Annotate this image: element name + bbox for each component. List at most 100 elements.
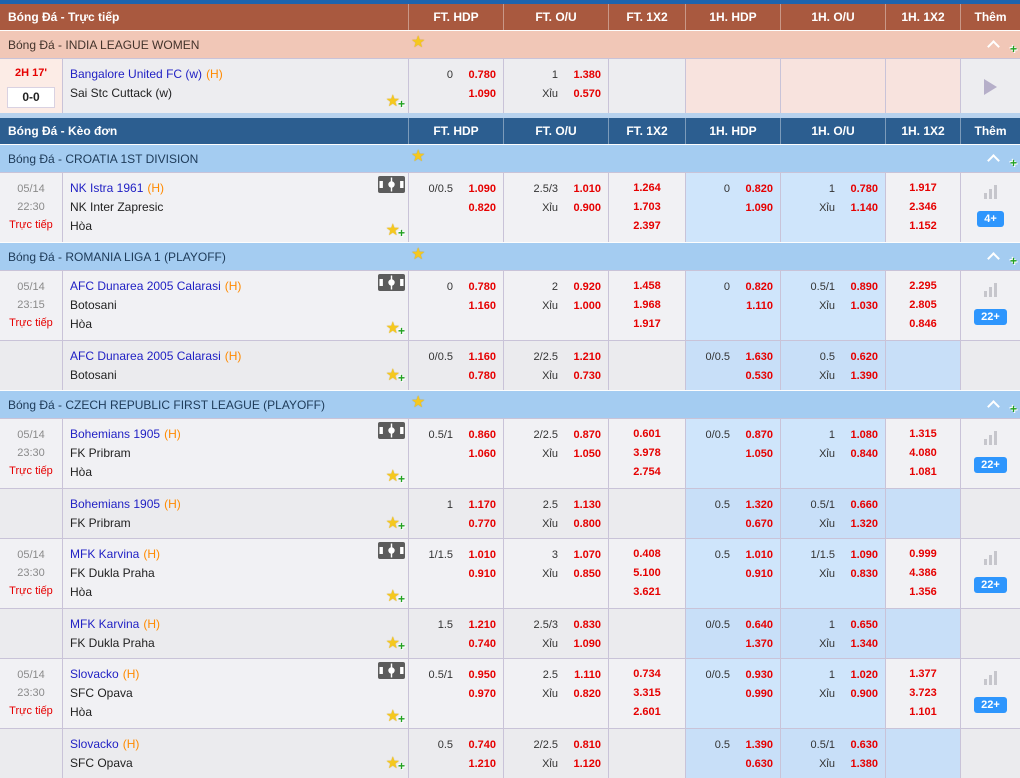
favorite-star-icon[interactable]: ★+ bbox=[411, 35, 1012, 55]
odd-value[interactable]: 0.930 bbox=[737, 669, 773, 681]
odd-value[interactable]: 1.110 bbox=[565, 669, 601, 681]
favorite-star-icon[interactable]: ★+ bbox=[386, 94, 400, 110]
odd-value[interactable]: 1.010 bbox=[737, 549, 773, 561]
odd-value[interactable]: 1.210 bbox=[460, 619, 496, 631]
odd-value[interactable]: 0.810 bbox=[565, 739, 601, 751]
odd-value[interactable]: 0.860 bbox=[460, 429, 496, 441]
stats-bars-icon[interactable] bbox=[983, 551, 998, 565]
odd-value[interactable]: 2.346 bbox=[886, 198, 960, 217]
odd-value[interactable]: 1.210 bbox=[460, 758, 496, 770]
odd-value[interactable]: 5.100 bbox=[609, 564, 685, 583]
more-markets-badge[interactable]: 22+ bbox=[974, 697, 1007, 713]
odd-value[interactable]: 1.090 bbox=[565, 638, 601, 650]
odd-value[interactable]: 1.390 bbox=[737, 739, 773, 751]
odd-value[interactable]: 3.315 bbox=[609, 684, 685, 703]
odd-value[interactable]: 0.830 bbox=[842, 568, 878, 580]
odd-value[interactable]: 1.356 bbox=[886, 583, 960, 602]
odd-value[interactable]: 1.090 bbox=[460, 183, 496, 195]
pitch-icon[interactable] bbox=[378, 662, 405, 679]
stats-bars-icon[interactable] bbox=[983, 671, 998, 685]
odd-value[interactable]: 1.050 bbox=[565, 448, 601, 460]
odd-value[interactable]: 1.090 bbox=[842, 549, 878, 561]
favorite-star-icon[interactable]: ★+ bbox=[386, 709, 400, 725]
odd-value[interactable]: 1.380 bbox=[565, 69, 601, 81]
odd-value[interactable]: 1.380 bbox=[842, 758, 878, 770]
favorite-star-icon[interactable]: ★+ bbox=[386, 223, 400, 239]
odd-value[interactable]: 0.630 bbox=[737, 758, 773, 770]
odd-value[interactable]: 0.999 bbox=[886, 545, 960, 564]
favorite-star-icon[interactable]: ★+ bbox=[386, 368, 400, 384]
favorite-star-icon[interactable]: ★+ bbox=[386, 516, 400, 532]
odd-value[interactable]: 1.152 bbox=[886, 217, 960, 236]
odd-value[interactable]: 1.050 bbox=[737, 448, 773, 460]
odd-value[interactable]: 1.000 bbox=[565, 300, 601, 312]
expand-match-icon[interactable] bbox=[984, 79, 997, 95]
league-section-czech[interactable]: Bóng Đá - CZECH REPUBLIC FIRST LEAGUE (P… bbox=[0, 390, 1020, 418]
odd-value[interactable]: 0.820 bbox=[565, 688, 601, 700]
odd-value[interactable]: 1.081 bbox=[886, 463, 960, 482]
odd-value[interactable]: 0.910 bbox=[737, 568, 773, 580]
odd-value[interactable]: 1.030 bbox=[842, 300, 878, 312]
odd-value[interactable]: 0.900 bbox=[842, 688, 878, 700]
odd-value[interactable]: 4.080 bbox=[886, 444, 960, 463]
home-team-link[interactable]: NK Istra 1961 bbox=[70, 181, 143, 195]
pitch-icon[interactable] bbox=[378, 422, 405, 439]
odd-value[interactable]: 1.340 bbox=[842, 638, 878, 650]
odd-value[interactable]: 1.160 bbox=[460, 351, 496, 363]
odd-value[interactable]: 0.890 bbox=[842, 281, 878, 293]
odd-value[interactable]: 1.315 bbox=[886, 425, 960, 444]
league-section-romania[interactable]: Bóng Đá - ROMANIA LIGA 1 (PLAYOFF) ★+ bbox=[0, 242, 1020, 270]
favorite-star-icon[interactable]: ★+ bbox=[386, 321, 400, 337]
odd-value[interactable]: 0.780 bbox=[460, 281, 496, 293]
odd-value[interactable]: 1.110 bbox=[737, 300, 773, 312]
odd-value[interactable]: 0.734 bbox=[609, 665, 685, 684]
more-markets-badge[interactable]: 22+ bbox=[974, 577, 1007, 593]
home-team-link[interactable]: AFC Dunarea 2005 Calarasi bbox=[70, 279, 221, 293]
odd-value[interactable]: 0.640 bbox=[737, 619, 773, 631]
odd-value[interactable]: 3.978 bbox=[609, 444, 685, 463]
odd-value[interactable]: 1.060 bbox=[460, 448, 496, 460]
more-markets-badge[interactable]: 22+ bbox=[974, 309, 1007, 325]
odd-value[interactable]: 0.780 bbox=[460, 69, 496, 81]
odd-value[interactable]: 0.970 bbox=[460, 688, 496, 700]
odd-value[interactable]: 0.408 bbox=[609, 545, 685, 564]
odd-value[interactable]: 0.730 bbox=[565, 370, 601, 382]
odd-value[interactable]: 3.621 bbox=[609, 583, 685, 602]
more-markets-badge[interactable]: 22+ bbox=[974, 457, 1007, 473]
odd-value[interactable]: 1.080 bbox=[842, 429, 878, 441]
odd-value[interactable]: 1.010 bbox=[460, 549, 496, 561]
odd-value[interactable]: 1.140 bbox=[842, 202, 878, 214]
home-team-link[interactable]: Slovacko bbox=[70, 667, 119, 681]
odd-value[interactable]: 1.630 bbox=[737, 351, 773, 363]
pitch-icon[interactable] bbox=[378, 542, 405, 559]
odd-value[interactable]: 0.780 bbox=[842, 183, 878, 195]
odd-value[interactable]: 1.020 bbox=[842, 669, 878, 681]
odd-value[interactable]: 1.390 bbox=[842, 370, 878, 382]
odd-value[interactable]: 1.090 bbox=[460, 88, 496, 100]
odd-value[interactable]: 3.723 bbox=[886, 684, 960, 703]
odd-value[interactable]: 2.295 bbox=[886, 277, 960, 296]
odd-value[interactable]: 0.570 bbox=[565, 88, 601, 100]
more-markets-badge[interactable]: 4+ bbox=[977, 211, 1004, 227]
odd-value[interactable]: 0.830 bbox=[565, 619, 601, 631]
odd-value[interactable]: 2.754 bbox=[609, 463, 685, 482]
home-team-link[interactable]: AFC Dunarea 2005 Calarasi bbox=[70, 349, 221, 363]
odd-value[interactable]: 2.397 bbox=[609, 217, 685, 236]
stats-bars-icon[interactable] bbox=[983, 185, 998, 199]
stats-bars-icon[interactable] bbox=[983, 431, 998, 445]
odd-value[interactable]: 2.805 bbox=[886, 296, 960, 315]
league-section-croatia[interactable]: Bóng Đá - CROATIA 1ST DIVISION ★+ bbox=[0, 144, 1020, 172]
odd-value[interactable]: 1.458 bbox=[609, 277, 685, 296]
odd-value[interactable]: 1.210 bbox=[565, 351, 601, 363]
favorite-star-icon[interactable]: ★+ bbox=[411, 395, 1012, 415]
odd-value[interactable]: 0.530 bbox=[737, 370, 773, 382]
odd-value[interactable]: 0.840 bbox=[842, 448, 878, 460]
pitch-icon[interactable] bbox=[378, 274, 405, 291]
odd-value[interactable]: 1.160 bbox=[460, 300, 496, 312]
odd-value[interactable]: 1.090 bbox=[737, 202, 773, 214]
favorite-star-icon[interactable]: ★+ bbox=[386, 469, 400, 485]
favorite-star-icon[interactable]: ★+ bbox=[411, 149, 1012, 169]
odd-value[interactable]: 0.920 bbox=[565, 281, 601, 293]
odd-value[interactable]: 0.950 bbox=[460, 669, 496, 681]
odd-value[interactable]: 1.370 bbox=[737, 638, 773, 650]
